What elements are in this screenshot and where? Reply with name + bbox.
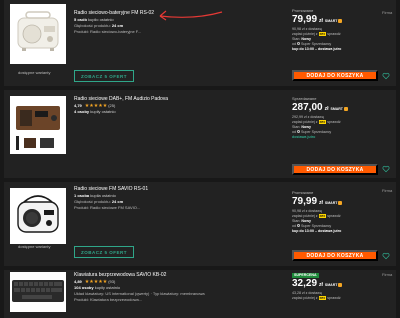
smart-badge: SMART [325, 15, 343, 27]
super-seller-icon [297, 42, 300, 45]
product-info: Klawiatura bezprzewodowa SAVIO KB-02 4,8… [74, 272, 274, 303]
red-arrow-annotation [159, 10, 223, 21]
product-info: Radio sieciowe DAB+, FM Audizio Padova 4… [74, 96, 274, 115]
price: 287,00 zł SMART [292, 102, 388, 115]
super-seller-icon [297, 130, 300, 133]
product-param: Produkt: Klawiatura bezprzewodowa... [74, 297, 143, 302]
pay-later[interactable]: zapłać później z PAY sprawdź [292, 296, 388, 301]
product-image[interactable] [10, 4, 66, 64]
pay-later-icon: PAY [318, 120, 327, 124]
smart-badge: SMART [330, 103, 348, 115]
smart-icon [338, 19, 343, 23]
variants-label: dostępne warianty [18, 70, 51, 75]
product-card: dostępne warianty Radio sieciowe FM SAVI… [4, 182, 396, 266]
bought-recently: 4 osoby kupiły ostatnio [74, 109, 116, 114]
delivery-info: dostawa jutro [292, 135, 316, 139]
smart-icon [338, 201, 343, 205]
product-image[interactable] [10, 272, 66, 312]
add-to-cart-button[interactable]: DODAJ DO KOSZYKA [292, 70, 378, 81]
price-column: Sprzedawane 287,00 zł SMART 292,99 zł z d… [292, 96, 388, 140]
product-image[interactable] [10, 188, 66, 244]
super-seller-icon [297, 224, 300, 227]
product-card: dostępne warianty Radio sieciowo-bateryj… [4, 0, 396, 86]
heart-icon[interactable] [382, 252, 390, 260]
product-info: Radio sieciowe FM SAVIO RS-01 1 osoba ku… [74, 186, 274, 211]
pay-later-icon: PAY [318, 296, 327, 300]
smart-badge: SMART [325, 197, 343, 209]
pay-later-icon: PAY [318, 32, 327, 36]
heart-icon[interactable] [382, 72, 390, 80]
heart-icon[interactable] [382, 165, 390, 173]
product-param: Produkt: Radio sieciowo-bateryjne F... [74, 29, 142, 34]
product-title[interactable]: Radio sieciowe DAB+, FM Audizio Padova [74, 96, 274, 103]
product-title[interactable]: Klawiatura bezprzewodowa SAVIO KB-02 [74, 272, 274, 279]
price-column: Promowane 79,99 zł SMART 90,98 zł z dosta… [292, 8, 388, 52]
see-offers-button[interactable]: ZOBACZ 5 OFERT [74, 246, 134, 258]
product-title[interactable]: Radio sieciowe FM SAVIO RS-01 [74, 186, 274, 193]
pay-later-icon: PAY [318, 214, 327, 218]
variants-label: dostępne warianty [18, 244, 51, 249]
price: 79,99 zł SMART [292, 14, 388, 27]
add-to-cart-button[interactable]: DODAJ DO KOSZYKA [292, 250, 378, 261]
delivery-info: kup do 13:00 – dostawa jutro [292, 229, 342, 233]
price-column: Promowane 79,99 zł SMART 90,98 zł z dosta… [292, 190, 388, 234]
smart-icon [343, 107, 348, 111]
smart-badge: SMART [325, 279, 343, 291]
see-offers-button[interactable]: ZOBACZ 5 OFERT [74, 70, 134, 82]
smart-icon [338, 283, 343, 287]
product-card: Radio sieciowe DAB+, FM Audizio Padova 4… [4, 90, 396, 178]
price-column: SUPERCENA 32,29 zł SMART 43,28 zł z dosta… [292, 272, 388, 301]
product-param: Produkt: Radio sieciowe FM SAVIO... [74, 205, 141, 210]
price: 32,29 zł SMART [292, 278, 388, 291]
product-card: Klawiatura bezprzewodowa SAVIO KB-02 4,8… [4, 270, 396, 318]
delivery-info: kup do 13:00 – dostawa jutro [292, 47, 342, 51]
product-image[interactable] [10, 96, 66, 154]
add-to-cart-button[interactable]: DODAJ DO KOSZYKA [292, 164, 378, 175]
price: 79,99 zł SMART [292, 196, 388, 209]
